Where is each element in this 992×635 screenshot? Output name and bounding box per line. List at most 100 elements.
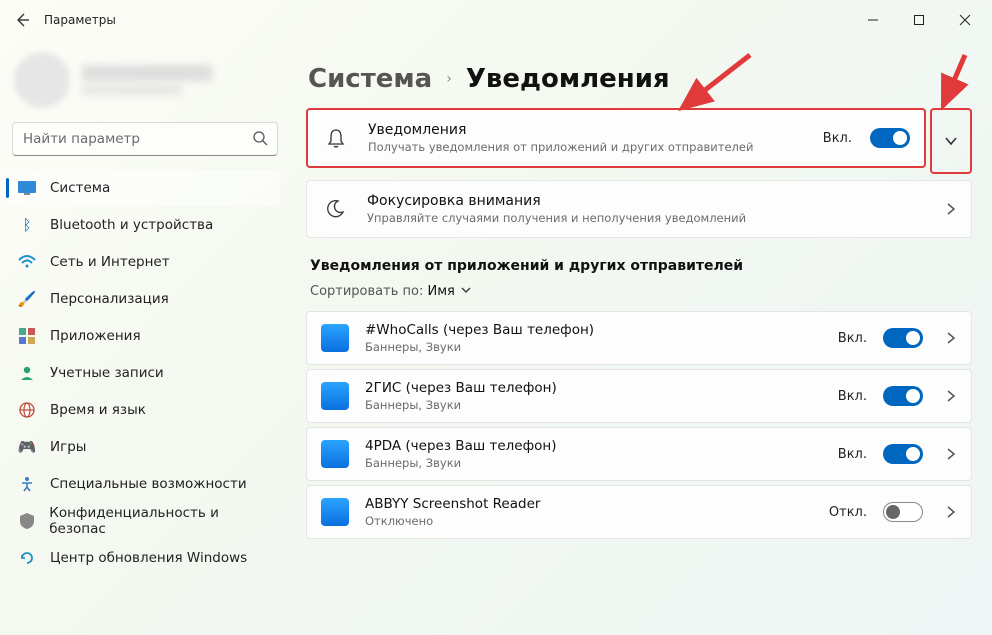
- apps-list: #WhoCalls (через Ваш телефон) Баннеры, З…: [306, 311, 972, 539]
- minimize-button[interactable]: [850, 4, 896, 36]
- card-title: Фокусировка внимания: [367, 193, 921, 209]
- sidebar-item-personalization[interactable]: 🖌️ Персонализация: [6, 281, 280, 317]
- wifi-icon: [18, 253, 36, 271]
- app-subtitle: Баннеры, Звуки: [365, 398, 822, 412]
- sidebar-item-network[interactable]: Сеть и Интернет: [6, 244, 280, 280]
- app-icon: [321, 382, 349, 410]
- sidebar-item-time-language[interactable]: Время и язык: [6, 392, 280, 428]
- sidebar-item-label: Учетные записи: [50, 365, 164, 381]
- sidebar-item-label: Конфиденциальность и безопас: [49, 505, 270, 537]
- sidebar-item-accessibility[interactable]: Специальные возможности: [6, 466, 280, 502]
- moon-icon: [321, 199, 349, 219]
- close-icon: [959, 14, 971, 26]
- nav-list: Система ᛒ Bluetooth и устройства Сеть и …: [6, 170, 284, 576]
- breadcrumb: Система › Уведомления: [306, 46, 972, 108]
- chevron-down-icon: [461, 284, 471, 299]
- sidebar-item-system[interactable]: Система: [6, 170, 280, 206]
- status-label: Откл.: [829, 505, 867, 520]
- search-input[interactable]: [12, 122, 278, 156]
- avatar: [14, 52, 70, 108]
- app-notification-row[interactable]: 4PDA (через Ваш телефон) Баннеры, Звуки …: [306, 427, 972, 481]
- bluetooth-icon: ᛒ: [18, 216, 36, 234]
- app-toggle[interactable]: [883, 444, 923, 464]
- sidebar-item-update[interactable]: Центр обновления Windows: [6, 540, 280, 576]
- sidebar-item-accounts[interactable]: Учетные записи: [6, 355, 280, 391]
- chevron-right-icon: [939, 445, 957, 464]
- sidebar-item-label: Сеть и Интернет: [50, 254, 170, 270]
- app-title: #WhoCalls (через Ваш телефон): [365, 322, 822, 338]
- accessibility-icon: [18, 475, 36, 493]
- app-notification-row[interactable]: #WhoCalls (через Ваш телефон) Баннеры, З…: [306, 311, 972, 365]
- status-label: Вкл.: [838, 331, 867, 346]
- sidebar-item-label: Центр обновления Windows: [50, 550, 247, 566]
- window-title: Параметры: [44, 13, 116, 27]
- gamepad-icon: 🎮: [18, 438, 36, 456]
- sidebar-item-apps[interactable]: Приложения: [6, 318, 280, 354]
- user-text: [82, 65, 212, 95]
- app-title: ABBYY Screenshot Reader: [365, 496, 813, 512]
- section-title: Уведомления от приложений и других отпра…: [310, 258, 972, 274]
- sidebar-item-label: Игры: [50, 439, 86, 455]
- app-notification-row[interactable]: ABBYY Screenshot Reader Отключено Откл.: [306, 485, 972, 539]
- sidebar-item-label: Bluetooth и устройства: [50, 217, 213, 233]
- chevron-down-icon: [944, 134, 958, 148]
- sidebar-item-label: Персонализация: [50, 291, 169, 307]
- minimize-icon: [867, 14, 879, 26]
- arrow-left-icon: [14, 12, 30, 28]
- app-title: 2ГИС (через Ваш телефон): [365, 380, 822, 396]
- app-toggle[interactable]: [883, 328, 923, 348]
- app-icon: [321, 324, 349, 352]
- sidebar-item-label: Специальные возможности: [50, 476, 247, 492]
- maximize-icon: [913, 14, 925, 26]
- main-content: Система › Уведомления Уведомления Получа…: [290, 40, 992, 635]
- app-toggle[interactable]: [883, 386, 923, 406]
- back-button[interactable]: [4, 2, 40, 38]
- app-subtitle: Баннеры, Звуки: [365, 340, 822, 354]
- status-label: Вкл.: [838, 389, 867, 404]
- sort-value: Имя: [427, 284, 454, 299]
- card-subtitle: Управляйте случаями получения и неполуче…: [367, 211, 921, 225]
- sort-row[interactable]: Сортировать по: Имя: [310, 284, 972, 299]
- sidebar-item-label: Приложения: [50, 328, 141, 344]
- titlebar: Параметры: [0, 0, 992, 40]
- sidebar-item-gaming[interactable]: 🎮 Игры: [6, 429, 280, 465]
- status-label: Вкл.: [838, 447, 867, 462]
- close-button[interactable]: [942, 4, 988, 36]
- notifications-toggle[interactable]: [870, 128, 910, 148]
- update-icon: [18, 549, 36, 567]
- maximize-button[interactable]: [896, 4, 942, 36]
- chevron-right-icon: [939, 503, 957, 522]
- system-icon: [18, 179, 36, 197]
- app-subtitle: Отключено: [365, 514, 813, 528]
- chevron-right-icon: [939, 387, 957, 406]
- brush-icon: 🖌️: [18, 290, 36, 308]
- bell-icon: [322, 127, 350, 149]
- sidebar-item-privacy[interactable]: Конфиденциальность и безопас: [6, 503, 280, 539]
- person-icon: [18, 364, 36, 382]
- breadcrumb-parent[interactable]: Система: [308, 64, 432, 94]
- sidebar-item-bluetooth[interactable]: ᛒ Bluetooth и устройства: [6, 207, 280, 243]
- sidebar: Система ᛒ Bluetooth и устройства Сеть и …: [0, 40, 290, 635]
- card-title: Уведомления: [368, 122, 805, 138]
- chevron-right-icon: [939, 329, 957, 348]
- app-notification-row[interactable]: 2ГИС (через Ваш телефон) Баннеры, Звуки …: [306, 369, 972, 423]
- window-controls: [850, 4, 988, 36]
- apps-icon: [18, 327, 36, 345]
- search-icon: [252, 130, 268, 150]
- chevron-right-icon: ›: [446, 71, 452, 87]
- page-title: Уведомления: [466, 64, 670, 94]
- app-icon: [321, 498, 349, 526]
- app-toggle[interactable]: [883, 502, 923, 522]
- globe-icon: [18, 401, 36, 419]
- chevron-right-icon: [939, 200, 957, 219]
- notifications-card[interactable]: Уведомления Получать уведомления от прил…: [306, 108, 926, 168]
- sidebar-item-label: Время и язык: [50, 402, 146, 418]
- sidebar-item-label: Система: [50, 180, 110, 196]
- app-title: 4PDA (через Ваш телефон): [365, 438, 822, 454]
- user-account-block[interactable]: [6, 44, 284, 122]
- search-wrap: [12, 122, 278, 156]
- expand-button[interactable]: [930, 108, 972, 174]
- card-subtitle: Получать уведомления от приложений и дру…: [368, 140, 805, 154]
- app-subtitle: Баннеры, Звуки: [365, 456, 822, 470]
- focus-assist-card[interactable]: Фокусировка внимания Управляйте случаями…: [306, 180, 972, 238]
